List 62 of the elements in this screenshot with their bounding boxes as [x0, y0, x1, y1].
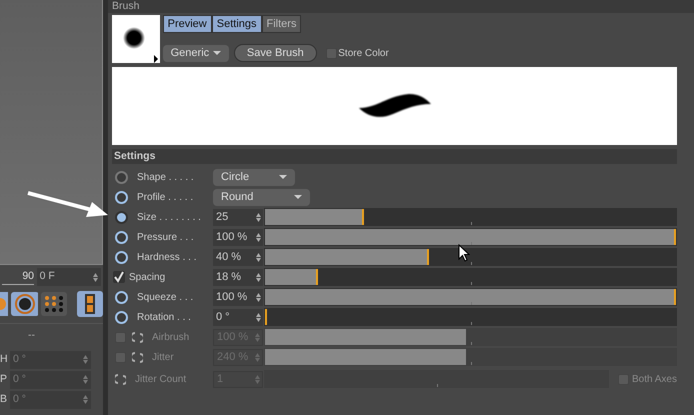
tab[interactable]: Filters	[262, 15, 302, 33]
axis-label: P	[0, 372, 8, 387]
number-field[interactable]: 100 %	[213, 288, 263, 306]
angle-field[interactable]: 0 °	[10, 390, 91, 409]
number-field[interactable]: 40 %	[213, 248, 263, 266]
axis-label: H	[0, 352, 9, 367]
link-icon[interactable]	[115, 374, 126, 384]
tab[interactable]: Preview	[162, 15, 212, 33]
angle-field[interactable]: 0 °	[10, 350, 91, 369]
spinner-icon[interactable]	[256, 252, 261, 262]
brush-thumbnail[interactable]	[112, 15, 160, 63]
checkbox-label: Both Axes	[632, 372, 677, 386]
tab[interactable]: Settings	[212, 15, 262, 33]
keyframe-circle-icon[interactable]	[115, 210, 128, 224]
spinner-icon[interactable]	[93, 272, 98, 282]
number-field[interactable]: 18 %	[213, 268, 263, 286]
dropdown[interactable]: Round	[213, 188, 310, 206]
spinner-icon[interactable]	[256, 292, 261, 302]
dropdown[interactable]: Circle	[213, 168, 295, 186]
field-label: Hardness . . .	[137, 250, 196, 264]
number-field[interactable]: 25	[213, 208, 263, 226]
spinner-icon[interactable]	[256, 212, 261, 222]
spinner-icon[interactable]	[256, 232, 261, 242]
dot-grid-icon[interactable]	[40, 292, 67, 316]
number-field[interactable]: 100 %	[213, 228, 263, 246]
link-icon[interactable]	[132, 352, 143, 362]
field-label: Size . . . . . . . .	[137, 210, 201, 224]
keyframe-circle-icon[interactable]	[115, 310, 128, 324]
ruler-value: 90	[2, 268, 34, 286]
panel-title: Brush	[108, 0, 694, 13]
spinner-icon[interactable]	[256, 312, 261, 322]
number-field[interactable]: 0 °	[213, 308, 263, 326]
field-label: Shape . . . . .	[137, 170, 194, 184]
preset-dropdown[interactable]: Generic	[162, 44, 229, 62]
field-label: Pressure . . .	[137, 230, 194, 244]
field-label: Jitter	[152, 350, 174, 364]
field-label: Jitter Count	[135, 372, 186, 386]
checkbox-label: Store Color	[338, 46, 389, 60]
film-strip-icon[interactable]	[77, 291, 103, 317]
save-brush-button[interactable]: Save Brush	[234, 44, 317, 62]
link-icon[interactable]	[132, 332, 143, 342]
field-label: Rotation . . .	[137, 310, 191, 324]
spinner-icon[interactable]	[83, 355, 88, 364]
field-label: Squeeze . . .	[137, 290, 194, 304]
field-label: Spacing	[129, 270, 166, 284]
field-label: Airbrush	[152, 330, 190, 344]
angle-field[interactable]: 0 °	[10, 370, 91, 389]
keyframe-circle-icon[interactable]	[115, 250, 128, 264]
spinner-icon[interactable]	[256, 272, 261, 282]
frame-field[interactable]: 0 F	[36, 268, 101, 286]
keyframe-circle-icon[interactable]	[115, 190, 128, 204]
keyframe-circle-icon[interactable]	[115, 290, 128, 304]
section-header: Settings	[112, 149, 677, 164]
field-label: Profile . . . . .	[137, 190, 194, 204]
caret-icon	[212, 51, 221, 55]
caret-icon	[279, 175, 287, 179]
axis-label: B	[0, 392, 8, 407]
caret-icon	[294, 195, 302, 199]
spinner-icon[interactable]	[83, 395, 88, 404]
spinner-icon[interactable]	[83, 375, 88, 384]
keyframe-circle-icon[interactable]	[115, 230, 128, 244]
mouse-cursor-icon	[458, 244, 470, 262]
